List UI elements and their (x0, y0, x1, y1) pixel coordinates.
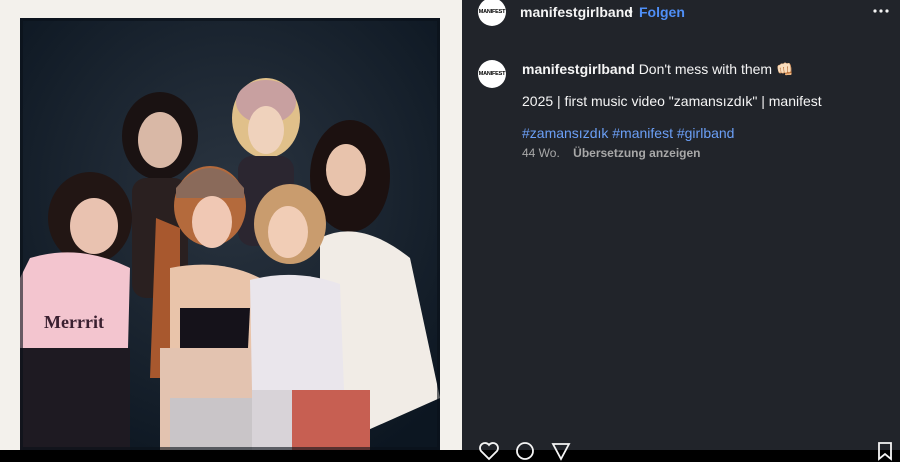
caption-second-line: 2025 | first music video "zamansızdık" |… (522, 93, 822, 109)
post-age: 44 Wo. (522, 146, 560, 160)
post-photo[interactable]: Merrrit (20, 18, 440, 450)
header-separator: • (628, 3, 633, 19)
group-photo-illustration: Merrrit (20, 18, 440, 450)
bookmark-icon[interactable] (874, 440, 896, 462)
heart-icon[interactable] (478, 440, 500, 462)
hashtag-link[interactable]: #zamansızdık (522, 125, 608, 141)
author-username[interactable]: manifestgirlband (520, 4, 633, 20)
avatar-logo-text: MANIFEST (478, 9, 506, 15)
caption-meta: 44 Wo. Übersetzung anzeigen (522, 146, 701, 160)
more-horizontal-icon[interactable] (872, 2, 890, 20)
post-details-pane: MANIFEST manifestgirlband • Folgen MANIF… (462, 0, 900, 461)
show-translation-link[interactable]: Übersetzung anzeigen (573, 146, 700, 160)
hashtag-link[interactable]: #girlband (677, 125, 735, 141)
share-icon[interactable] (550, 440, 572, 462)
post-header: MANIFEST manifestgirlband • Folgen (462, 0, 900, 26)
caption-first-line: manifestgirlband Don't mess with them 👊🏻 (522, 61, 793, 78)
author-avatar[interactable]: MANIFEST (478, 0, 506, 26)
caption-author-avatar[interactable]: MANIFEST (478, 60, 506, 88)
post-image-pane: Merrrit (0, 0, 462, 450)
follow-button[interactable]: Folgen (639, 4, 685, 20)
comment-icon[interactable] (514, 440, 536, 462)
caption-hashtags: #zamansızdık #manifest #girlband (522, 125, 734, 141)
hashtag-link[interactable]: #manifest (612, 125, 673, 141)
svg-text:Merrrit: Merrrit (44, 312, 104, 332)
avatar-logo-text: MANIFEST (478, 71, 506, 77)
caption-username[interactable]: manifestgirlband (522, 61, 635, 77)
caption-text: Don't mess with them 👊🏻 (638, 61, 794, 77)
